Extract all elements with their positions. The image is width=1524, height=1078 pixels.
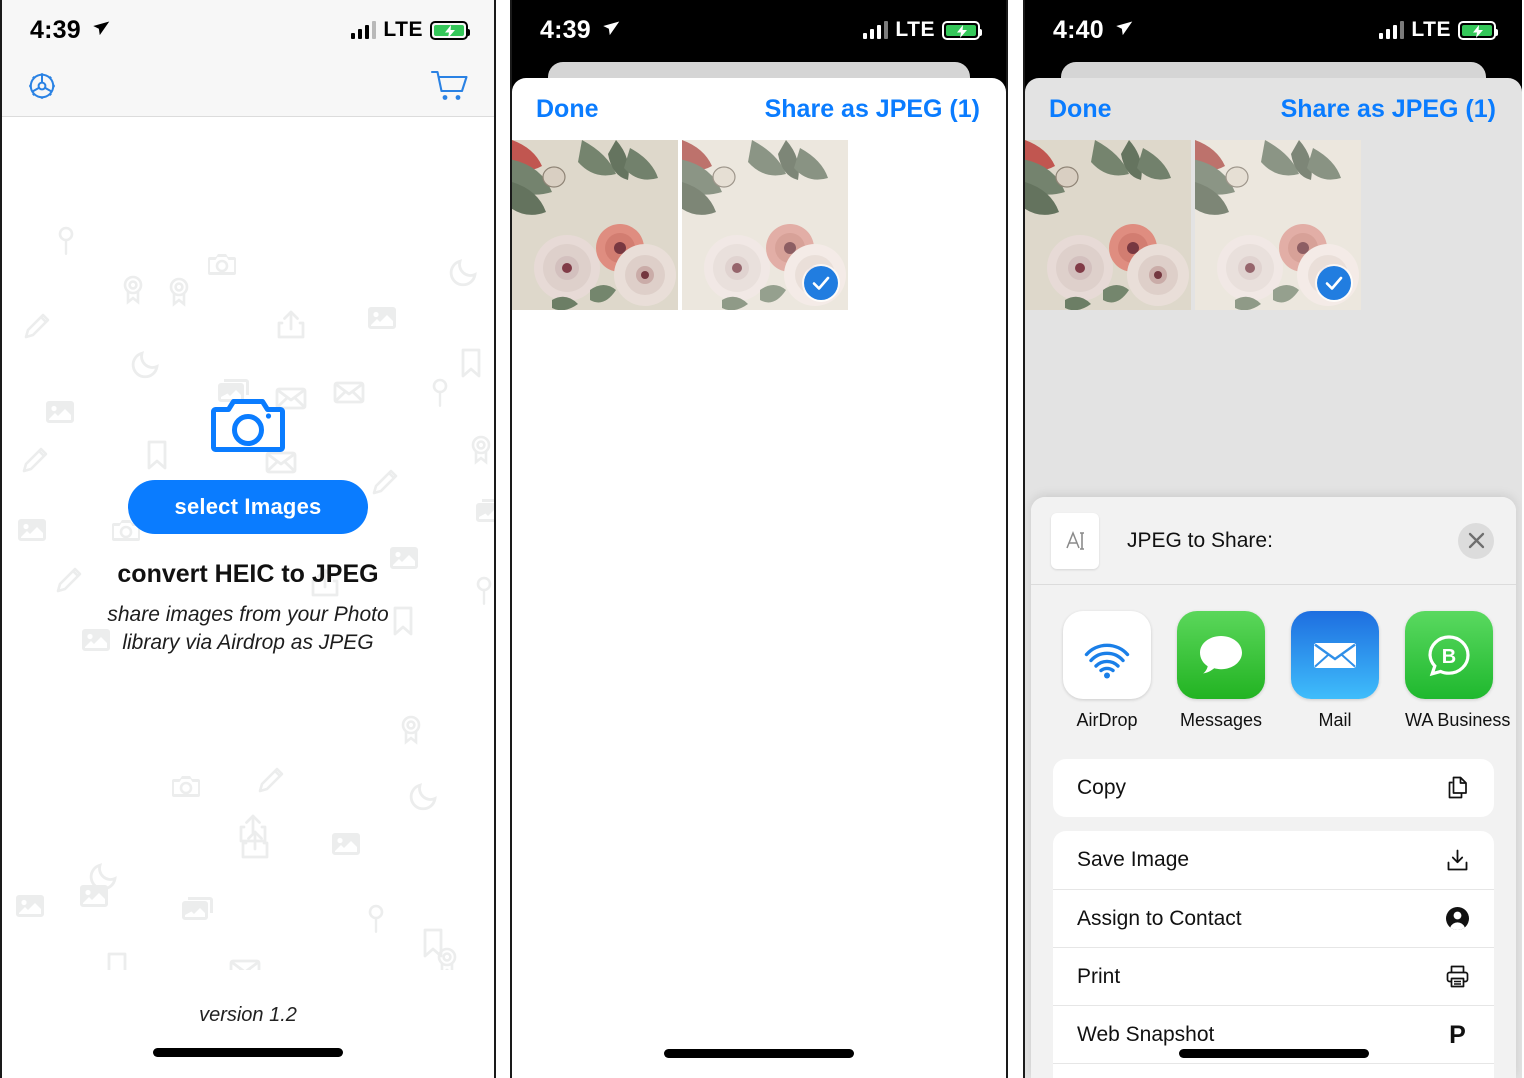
camera-icon bbox=[2, 395, 494, 460]
app-navbar bbox=[2, 60, 494, 117]
share-sheet-title: JPEG to Share: bbox=[1127, 528, 1273, 552]
cellular-bars-icon bbox=[862, 21, 889, 39]
checkmark-circle-icon bbox=[804, 266, 838, 300]
carrier-label: LTE bbox=[383, 18, 423, 41]
app-label: Mail bbox=[1318, 710, 1352, 730]
phone-panel-app-home: 4:39 LTE select Images convert HEIC to J… bbox=[0, 0, 496, 1078]
phone-panel-share-sheet: 4:40 LTE Done Share as JPEG (1) JPEG to … bbox=[1023, 0, 1522, 1078]
three-phone-screenshots: 4:39 LTE select Images convert HEIC to J… bbox=[0, 0, 1524, 1078]
action-row-assign-to-contact[interactable]: Assign to Contact bbox=[1053, 889, 1494, 947]
action-row-save-image[interactable]: Save Image bbox=[1053, 831, 1494, 889]
status-bar: 4:39 LTE bbox=[512, 0, 1006, 60]
app-label: Messages bbox=[1179, 710, 1263, 730]
action-label: Copy bbox=[1077, 776, 1127, 799]
app-label: AirDrop bbox=[1076, 710, 1138, 730]
sheet-navbar: Done Share as JPEG (1) bbox=[512, 78, 1006, 140]
svg-text:P: P bbox=[1449, 1021, 1466, 1048]
battery-charging-icon bbox=[942, 20, 982, 40]
action-row-save-to-files[interactable]: Save to Files bbox=[1053, 1063, 1494, 1078]
share-action-group: Save Image Assign to Contact Print Web S… bbox=[1053, 831, 1494, 1078]
done-button[interactable]: Done bbox=[536, 95, 599, 124]
share-action-group: Copy bbox=[1053, 759, 1494, 817]
location-arrow-icon bbox=[90, 16, 110, 45]
home-indicator[interactable] bbox=[1178, 1049, 1369, 1058]
share-as-jpeg-button[interactable]: Share as JPEG (1) bbox=[765, 95, 980, 124]
app-body: select Images convert HEIC to JPEG share… bbox=[2, 117, 494, 970]
share-app-messages[interactable]: Messages bbox=[1177, 611, 1265, 731]
checkmark-circle-icon bbox=[1317, 266, 1351, 300]
share-sheet-header: JPEG to Share: bbox=[1031, 497, 1516, 585]
thumbnail-item[interactable] bbox=[1195, 140, 1361, 310]
page-title: convert HEIC to JPEG bbox=[117, 560, 379, 588]
cellular-bars-icon bbox=[350, 21, 377, 39]
thumbnail-item[interactable] bbox=[682, 140, 848, 310]
page-subtitle: share images from your Photo library via… bbox=[2, 601, 494, 658]
contact-person-icon bbox=[1442, 904, 1472, 934]
hero-section: select Images convert HEIC to JPEG share… bbox=[2, 395, 494, 658]
whatsapp-business-icon: B bbox=[1405, 611, 1493, 699]
status-time: 4:40 bbox=[1053, 15, 1104, 44]
cellular-bars-icon bbox=[1378, 21, 1405, 39]
pocket-p-icon: P bbox=[1442, 1020, 1472, 1050]
save-download-icon bbox=[1442, 845, 1472, 875]
status-bar: 4:40 LTE bbox=[1025, 0, 1522, 60]
home-indicator[interactable] bbox=[153, 1048, 343, 1057]
text-document-icon bbox=[1051, 512, 1099, 569]
share-as-jpeg-button[interactable]: Share as JPEG (1) bbox=[1281, 95, 1496, 124]
subtitle-line-2: library via Airdrop as JPEG bbox=[122, 631, 374, 655]
share-app-mail[interactable]: Mail bbox=[1291, 611, 1379, 731]
select-images-button[interactable]: select Images bbox=[128, 480, 368, 534]
status-bar: 4:39 LTE bbox=[2, 0, 494, 60]
printer-icon bbox=[1442, 962, 1472, 992]
carrier-label: LTE bbox=[895, 18, 935, 41]
sheet-navbar: Done Share as JPEG (1) bbox=[1025, 78, 1522, 140]
copy-documents-icon bbox=[1442, 773, 1472, 803]
home-indicator[interactable] bbox=[664, 1049, 854, 1058]
shopping-cart-icon[interactable] bbox=[430, 69, 470, 108]
action-label: Web Snapshot bbox=[1077, 1022, 1215, 1046]
airdrop-icon bbox=[1063, 611, 1151, 699]
share-app-airdrop[interactable]: AirDrop bbox=[1063, 611, 1151, 731]
thumbnail-strip bbox=[512, 140, 1006, 310]
close-x-icon[interactable] bbox=[1458, 522, 1494, 559]
subtitle-line-1: share images from your Photo bbox=[107, 603, 389, 626]
share-app-wa-business[interactable]: B WA Business bbox=[1405, 611, 1511, 731]
action-row-copy[interactable]: Copy bbox=[1053, 759, 1494, 817]
thumbnail-strip bbox=[1025, 140, 1522, 310]
status-time: 4:39 bbox=[540, 15, 591, 44]
phone-panel-picker-selection: 4:39 LTE Done Share as JPEG (1) bbox=[510, 0, 1008, 1078]
version-label: version 1.2 bbox=[199, 1004, 297, 1026]
svg-text:B: B bbox=[1442, 646, 1456, 668]
app-label: WA Business bbox=[1405, 710, 1511, 730]
share-sheet: JPEG to Share: AirDrop Messages Mail B W… bbox=[1031, 497, 1516, 1078]
share-apps-row[interactable]: AirDrop Messages Mail B WA Business bbox=[1031, 585, 1516, 745]
location-arrow-icon bbox=[1113, 16, 1133, 45]
battery-charging-icon bbox=[430, 20, 470, 40]
done-button[interactable]: Done bbox=[1049, 95, 1112, 124]
status-time: 4:39 bbox=[30, 15, 81, 44]
carrier-label: LTE bbox=[1411, 18, 1451, 41]
picker-sheet: Done Share as JPEG (1) bbox=[512, 78, 1006, 1078]
action-row-print[interactable]: Print bbox=[1053, 947, 1494, 1005]
gear-icon[interactable] bbox=[26, 70, 58, 107]
location-arrow-icon bbox=[600, 16, 620, 45]
mail-envelope-icon bbox=[1291, 611, 1379, 699]
thumbnail-item[interactable] bbox=[1025, 140, 1191, 310]
action-label: Print bbox=[1077, 964, 1121, 988]
action-label: Save Image bbox=[1077, 848, 1190, 871]
messages-bubble-icon bbox=[1177, 611, 1265, 699]
action-label: Assign to Contact bbox=[1077, 906, 1242, 930]
app-footer: version 1.2 bbox=[2, 970, 494, 1077]
battery-charging-icon bbox=[1458, 20, 1498, 40]
thumbnail-item[interactable] bbox=[512, 140, 678, 310]
